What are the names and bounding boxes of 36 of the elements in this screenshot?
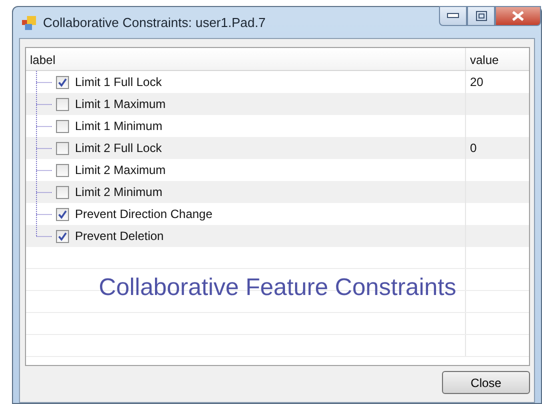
constraint-label: Limit 1 Maximum bbox=[75, 96, 166, 113]
constraint-label: Limit 2 Full Lock bbox=[75, 140, 162, 157]
checkbox[interactable] bbox=[56, 186, 69, 198]
constraint-label: Limit 2 Maximum bbox=[75, 162, 166, 179]
close-icon bbox=[512, 11, 524, 21]
minimize-button[interactable] bbox=[439, 6, 467, 26]
tree-line bbox=[36, 115, 52, 137]
tree-line bbox=[36, 93, 52, 115]
checkbox[interactable] bbox=[56, 230, 69, 242]
constraint-label: Prevent Deletion bbox=[75, 228, 164, 245]
watermark-caption: Collaborative Feature Constraints bbox=[98, 273, 458, 303]
maximize-button[interactable] bbox=[467, 6, 495, 26]
tree-line bbox=[36, 159, 52, 181]
constraint-label: Limit 1 Minimum bbox=[75, 118, 162, 135]
constraint-label: Limit 2 Minimum bbox=[75, 184, 162, 201]
value-cell-text: 0 bbox=[469, 140, 478, 157]
close-button[interactable] bbox=[495, 6, 541, 26]
close-dialog-button[interactable]: Close bbox=[442, 371, 530, 394]
tree-line bbox=[36, 137, 52, 159]
window-title: Collaborative Constraints: user1.Pad.7 bbox=[43, 14, 266, 32]
checkbox[interactable] bbox=[56, 76, 69, 88]
checkbox[interactable] bbox=[56, 142, 69, 154]
minimize-icon bbox=[447, 13, 459, 19]
checkbox[interactable] bbox=[56, 120, 69, 132]
constraint-label: Limit 1 Full Lock bbox=[75, 74, 162, 91]
app-icon bbox=[21, 14, 37, 30]
constraint-label: Prevent Direction Change bbox=[75, 206, 212, 223]
column-header[interactable]: value bbox=[466, 48, 529, 70]
tree-line bbox=[36, 181, 52, 203]
value-cell-text: 20 bbox=[469, 74, 484, 91]
column-header[interactable]: label bbox=[26, 48, 466, 70]
checkbox[interactable] bbox=[56, 98, 69, 110]
checkbox[interactable] bbox=[56, 208, 69, 220]
checkbox[interactable] bbox=[56, 164, 69, 176]
maximize-icon bbox=[476, 11, 486, 21]
tree-line bbox=[36, 71, 52, 93]
